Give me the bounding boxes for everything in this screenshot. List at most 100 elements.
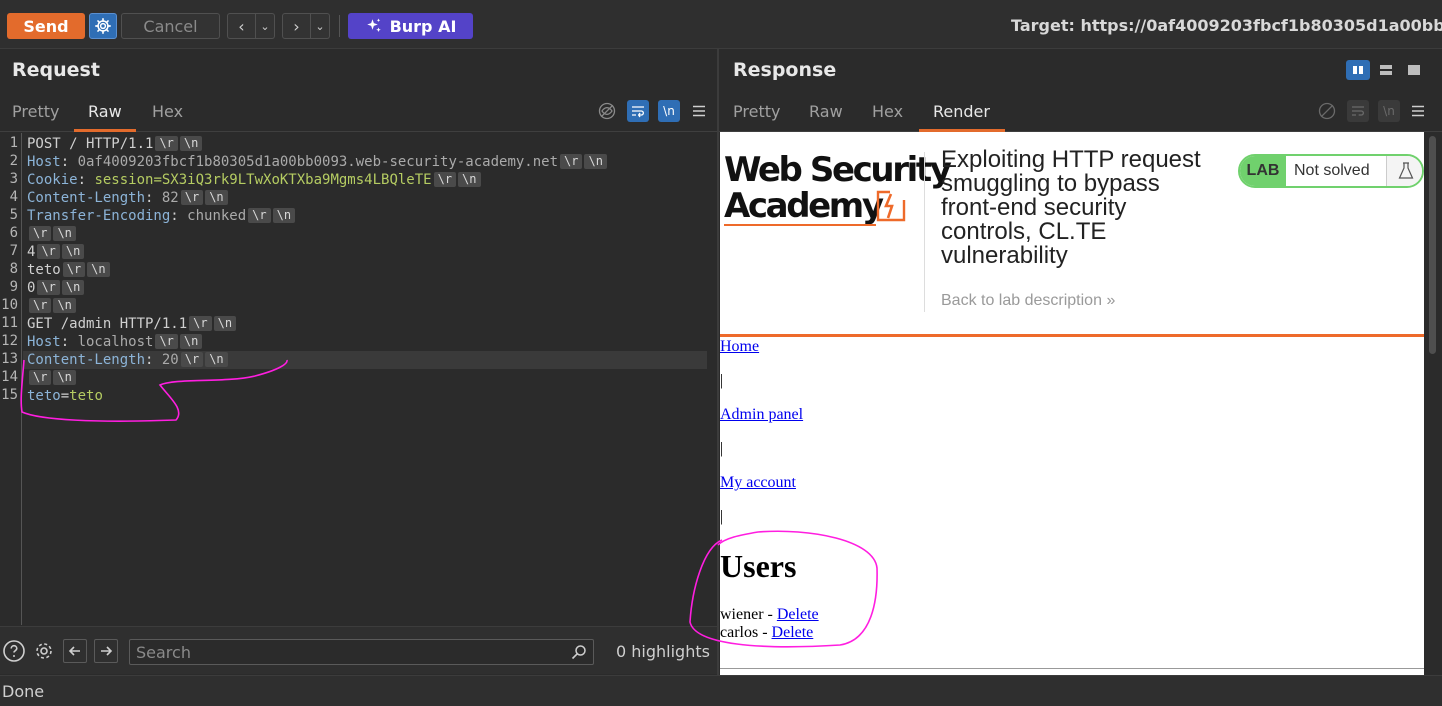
line-separator: : xyxy=(145,190,162,206)
header-rule xyxy=(720,334,1424,337)
layout-single-button[interactable] xyxy=(1402,60,1426,80)
search-previous-button[interactable] xyxy=(63,639,87,663)
newline-marker: \n xyxy=(53,226,76,241)
forward-button[interactable]: › xyxy=(282,13,311,39)
line-key: Host xyxy=(27,154,61,170)
request-menu-button[interactable] xyxy=(688,100,710,122)
burp-ai-button[interactable]: Burp AI xyxy=(348,13,473,39)
eye-off-icon xyxy=(1318,102,1336,120)
line-separator: : xyxy=(60,334,78,350)
request-line[interactable]: teto \r \n xyxy=(27,261,110,279)
lab-pill: LAB xyxy=(1240,156,1286,186)
logo-underline xyxy=(724,224,876,226)
carriage-return-marker: \r xyxy=(37,244,60,259)
newline-marker: \n xyxy=(213,316,237,331)
request-line[interactable]: GET /admin HTTP/1.1 \r \n xyxy=(27,315,237,333)
line-value: 82 xyxy=(161,190,179,206)
carriage-return-marker: \r xyxy=(433,172,457,187)
nav-separator: | xyxy=(720,372,724,389)
panel-divider[interactable] xyxy=(717,49,719,675)
back-history-dropdown[interactable]: ⌄ xyxy=(256,13,275,39)
line-number: 9 xyxy=(9,279,18,295)
response-tab-render[interactable]: Render xyxy=(933,102,990,121)
header-divider xyxy=(924,152,925,312)
response-tab-pretty[interactable]: Pretty xyxy=(733,102,780,121)
request-line[interactable]: Content-Length: 20 \r \n xyxy=(27,351,228,369)
response-tab-hex[interactable]: Hex xyxy=(872,102,903,121)
line-value: 20 xyxy=(161,352,179,368)
back-to-lab-link[interactable]: Back to lab description » xyxy=(941,292,1115,310)
line-key: Transfer-Encoding xyxy=(27,208,171,224)
layout-rows-button[interactable] xyxy=(1374,60,1398,80)
cancel-button[interactable]: Cancel xyxy=(121,13,220,39)
search-settings-gear-icon[interactable] xyxy=(32,639,56,663)
request-line[interactable]: 0 \r \n xyxy=(27,279,85,297)
request-line[interactable]: Transfer-Encoding: chunked \r \n xyxy=(27,207,296,225)
nav-admin-panel-link[interactable]: Admin panel xyxy=(720,406,803,424)
send-button[interactable]: Send xyxy=(7,13,85,39)
request-tab-raw[interactable]: Raw xyxy=(88,102,122,121)
response-hide-nonprintable-button[interactable] xyxy=(1316,100,1338,122)
web-security-academy-logo[interactable]: Web Security Academy xyxy=(724,150,952,226)
flask-icon xyxy=(1386,156,1422,186)
line-key: Cookie xyxy=(27,172,78,188)
newline-marker: \n xyxy=(272,208,296,223)
line-number: 3 xyxy=(9,171,18,187)
response-tab-raw[interactable]: Raw xyxy=(809,102,843,121)
request-line[interactable]: Host: localhost \r \n xyxy=(27,333,203,351)
line-separator: : xyxy=(145,352,162,368)
menu-icon xyxy=(1412,105,1424,117)
search-input[interactable] xyxy=(136,642,556,662)
newline-marker: \n xyxy=(53,298,76,313)
request-tab-hex[interactable]: Hex xyxy=(152,102,183,121)
newline-marker: \n xyxy=(53,370,76,385)
line-number: 12 xyxy=(1,333,18,349)
line-number: 5 xyxy=(9,207,18,223)
request-line[interactable]: POST / HTTP/1.1 \r \n xyxy=(27,135,203,153)
users-heading: Users xyxy=(720,548,797,584)
burp-ai-label: Burp AI xyxy=(389,16,457,36)
request-line[interactable]: 4 \r \n xyxy=(27,243,85,261)
wrap-icon xyxy=(1352,106,1364,116)
layout-split-button[interactable] xyxy=(1346,60,1370,80)
wrap-lines-button[interactable] xyxy=(627,100,649,122)
delete-user-link[interactable]: Delete xyxy=(777,606,819,623)
request-line[interactable]: Cookie: session=SX3iQ3rk9LTwXoKTXba9Mgms… xyxy=(27,171,481,189)
request-line[interactable]: \r \n xyxy=(27,369,76,387)
line-number: 6 xyxy=(9,225,18,241)
forward-history-dropdown[interactable]: ⌄ xyxy=(311,13,330,39)
nav-separator: | xyxy=(720,508,724,525)
response-title: Response xyxy=(733,59,837,81)
search-next-button[interactable] xyxy=(94,639,118,663)
logo-line-1: Web Security xyxy=(724,150,952,190)
target-url[interactable]: Target: https://0af4009203fbcf1b80305d1a… xyxy=(1011,16,1442,35)
response-wrap-button[interactable] xyxy=(1347,100,1369,122)
response-scrollbar[interactable] xyxy=(1424,132,1442,675)
nav-home-link[interactable]: Home xyxy=(720,338,759,356)
request-line[interactable]: \r \n xyxy=(27,225,76,243)
response-show-newlines-button[interactable]: \n xyxy=(1378,100,1400,122)
request-editor[interactable]: 1 2 3 4 5 6 7 8 9 10 11 12 13 14 15 POST / HTTP/1.1 \r \… xyxy=(0,133,707,625)
scrollbar-thumb[interactable] xyxy=(1429,136,1436,354)
line-key: teto xyxy=(27,388,61,404)
request-line[interactable]: Host: 0af4009203fbcf1b80305d1a00bb0093.w… xyxy=(27,153,607,171)
settings-button[interactable] xyxy=(89,13,117,39)
carriage-return-marker: \r xyxy=(560,154,583,169)
show-newlines-button[interactable]: \n xyxy=(658,100,680,122)
request-line[interactable]: teto=teto xyxy=(27,387,103,405)
request-line[interactable]: \r \n xyxy=(27,297,76,315)
line-number: 11 xyxy=(1,315,18,331)
wrap-icon xyxy=(632,106,644,118)
line-value: teto xyxy=(69,388,103,404)
back-button[interactable]: ‹ xyxy=(227,13,256,39)
response-menu-button[interactable] xyxy=(1407,100,1429,122)
request-tab-pretty[interactable]: Pretty xyxy=(12,102,59,121)
eye-off-icon xyxy=(598,102,616,120)
carriage-return-marker: \r xyxy=(155,136,178,151)
help-icon[interactable] xyxy=(2,639,26,663)
line-value: chunked xyxy=(187,208,247,224)
request-line[interactable]: Content-Length: 82 \r \n xyxy=(27,189,228,207)
nav-my-account-link[interactable]: My account xyxy=(720,474,796,492)
hide-nonprintable-button[interactable] xyxy=(596,100,618,122)
delete-user-link[interactable]: Delete xyxy=(772,624,814,641)
